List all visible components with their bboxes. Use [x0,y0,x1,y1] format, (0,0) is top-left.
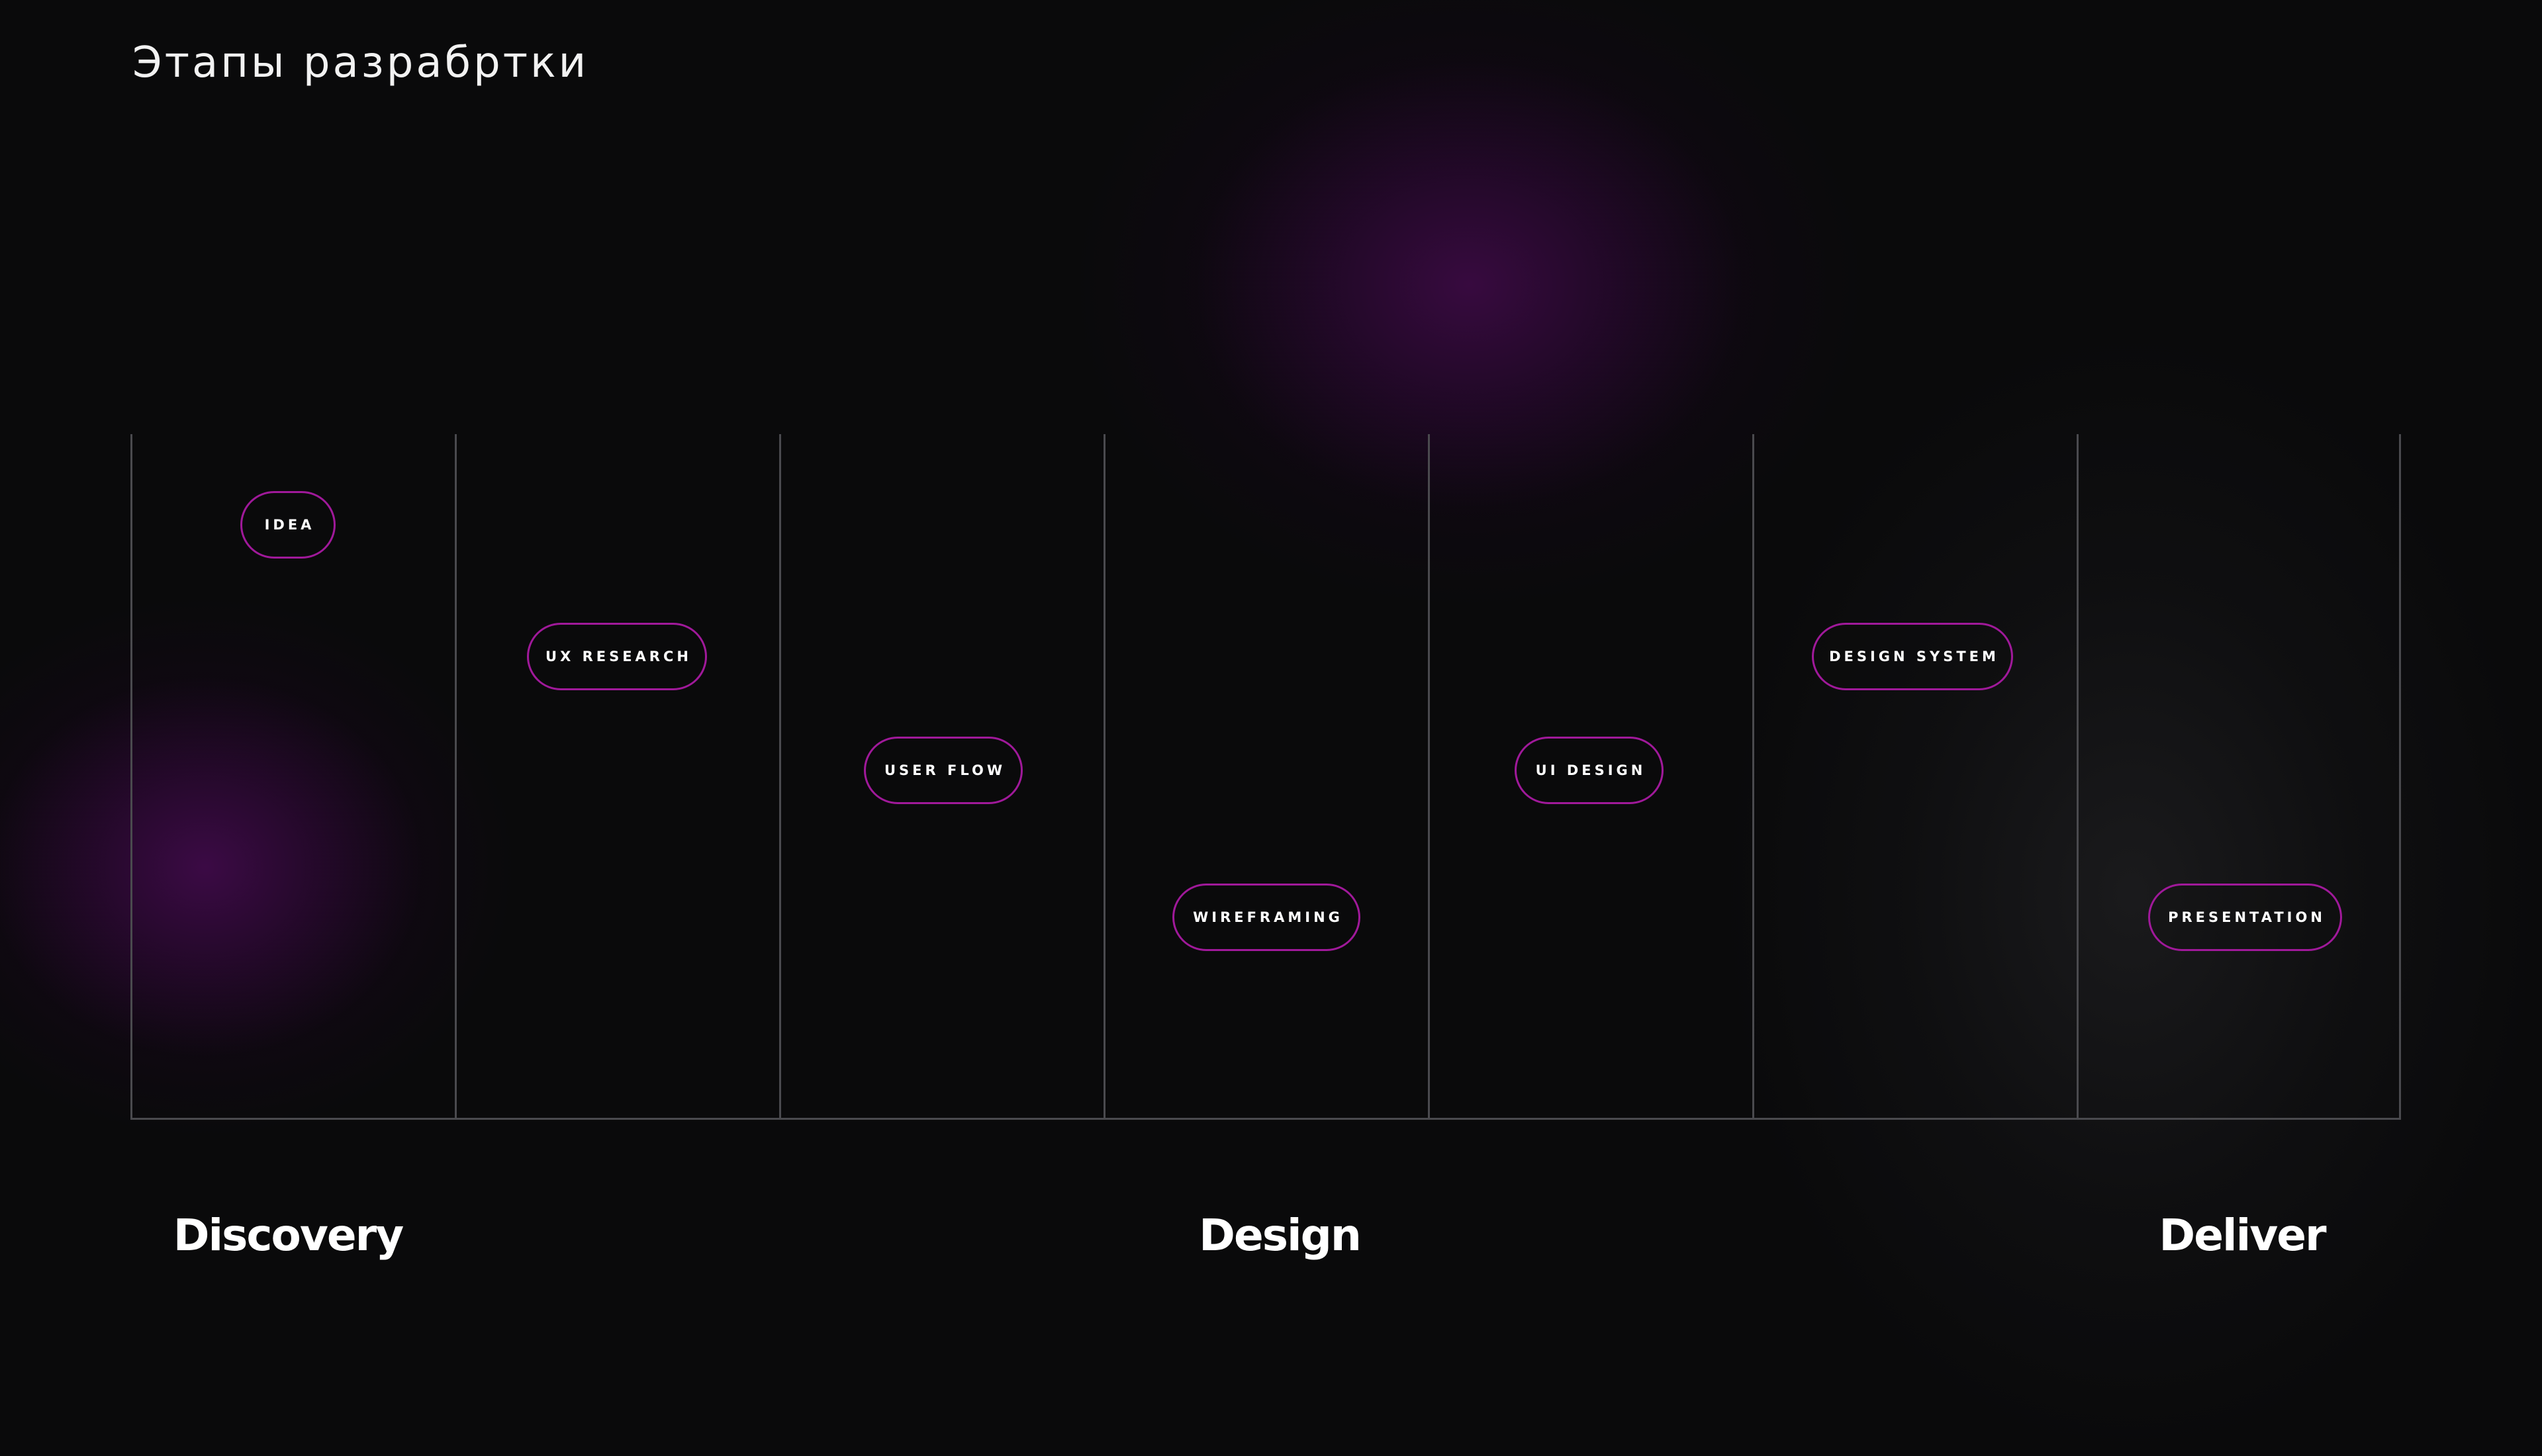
stages-grid [130,434,2401,1120]
step-pill-user-flow: USER FLOW [864,737,1023,804]
step-pill-ui-design: UI DESIGN [1515,737,1664,804]
column-divider [2077,434,2079,1118]
phase-label-design: Design [1199,1210,1362,1261]
phase-label-discovery: Discovery [173,1210,404,1261]
step-pill-ux-research: UX RESEARCH [527,623,707,690]
column-divider [455,434,457,1118]
step-pill-idea: IDEA [240,491,336,559]
column-divider [1752,434,1754,1118]
canvas: Этапы разрабртки IDEA UX RESEARCH USER F… [0,0,2542,1456]
phase-label-deliver: Deliver [2159,1210,2326,1261]
column-divider [1104,434,1106,1118]
step-pill-wireframing: WIREFRAMING [1172,884,1360,951]
step-pill-design-system: DESIGN SYSTEM [1812,623,2013,690]
step-pill-presentation: PRESENTATION [2148,884,2342,951]
page-title: Этапы разрабртки [132,38,589,87]
column-divider [779,434,781,1118]
column-divider [1428,434,1430,1118]
